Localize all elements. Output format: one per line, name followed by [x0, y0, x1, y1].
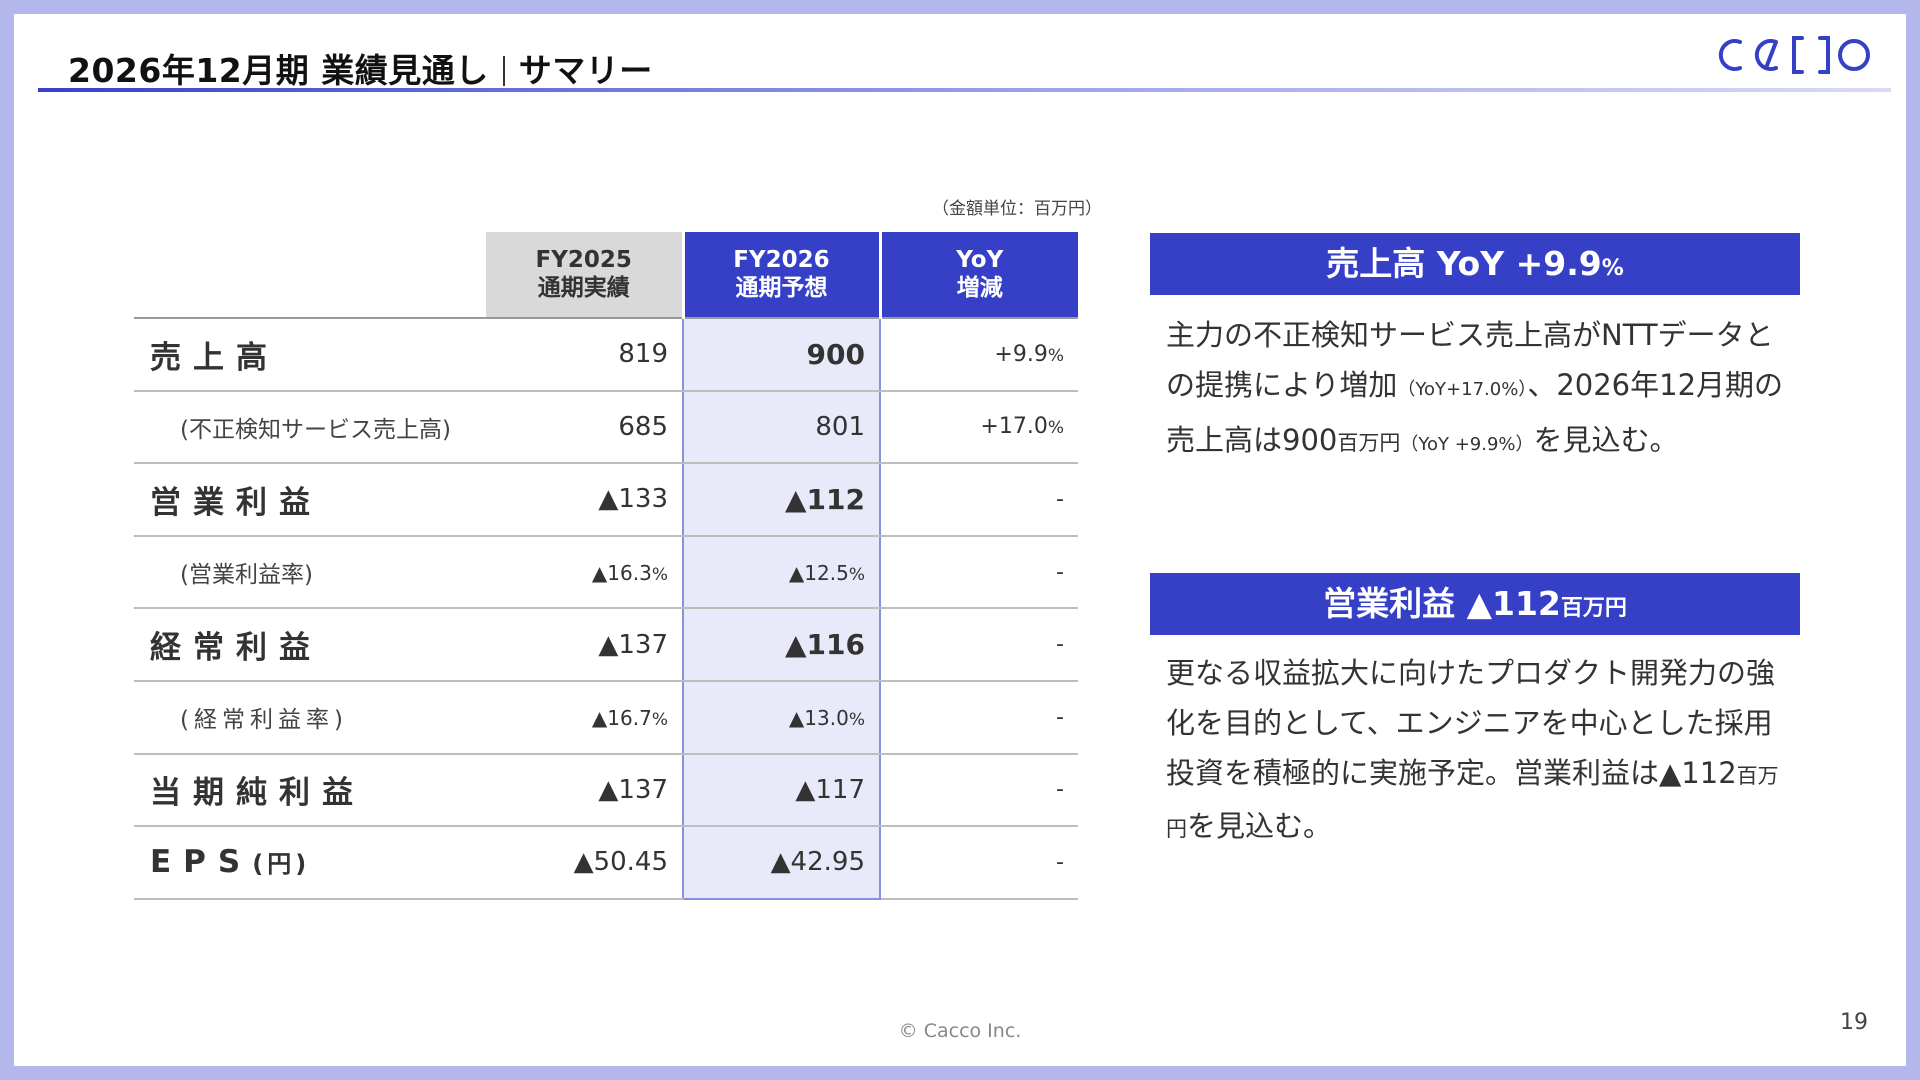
fy2026-value: 801: [682, 390, 881, 465]
fy2026-value: ▲116: [682, 608, 881, 682]
fy2025-value: ▲16.7%: [486, 680, 683, 755]
fy2026-value: ▲12.5%: [682, 535, 881, 610]
table-row: 当期純利益 ▲137 ▲117 -: [134, 753, 1078, 828]
row-label: EPS(円): [134, 826, 486, 900]
page-number: 19: [1840, 1010, 1868, 1035]
operating-profit-card-body: 更なる収益拡大に向けたプロダクト開発力の強化を目的として、エンジニアを中心とした…: [1166, 656, 1779, 843]
fy2025-value: ▲50.45: [486, 826, 683, 900]
fy2025-value: ▲133: [486, 463, 683, 537]
sales-card-body: 主力の不正検知サービス売上高がNTTデータとの提携により増加（YoY+17.0%…: [1166, 318, 1784, 457]
fy2025-value: 685: [486, 390, 683, 465]
table-row: EPS(円) ▲50.45 ▲42.95 -: [134, 826, 1078, 900]
header-fy2026: FY2026 通期予想: [683, 232, 882, 318]
slide: 2026年12月期 業績見通し サマリー （金額単位：百万円） FY2025 通期…: [14, 14, 1906, 1066]
table-row: 経常利益 ▲137 ▲116 -: [134, 608, 1078, 682]
yoy-value: -: [880, 463, 1078, 537]
fy2026-value: ▲13.0%: [682, 680, 881, 755]
row-label: 経常利益: [134, 608, 486, 682]
page-title-main: 2026年12月期 業績見通し: [68, 51, 489, 90]
copyright: © Cacco Inc.: [898, 1020, 1022, 1042]
page-title-sub: サマリー: [518, 51, 653, 90]
yoy-value: -: [880, 753, 1078, 828]
table-header-row: FY2025 通期実績 FY2026 通期予想 YoY 増減: [134, 232, 1078, 318]
sales-card-title: 売上高 YoY +9.9%: [1150, 233, 1800, 295]
table-row: 営業利益 ▲133 ▲112 -: [134, 463, 1078, 537]
cacco-logo: [1718, 36, 1870, 74]
row-label: 営業利益: [134, 463, 486, 537]
row-label: 当期純利益: [134, 753, 486, 828]
page-title: 2026年12月期 業績見通し サマリー: [68, 44, 653, 92]
table-row: (不正検知サービス売上高) 685 801 +17.0%: [134, 390, 1078, 465]
header-blank: [134, 232, 486, 318]
title-underline: [38, 88, 1891, 92]
table-row: (営業利益率) ▲16.3% ▲12.5% -: [134, 535, 1078, 610]
row-label: (不正検知サービス売上高): [134, 390, 486, 465]
fy2025-value: ▲137: [486, 608, 683, 682]
header-fy2025: FY2025 通期実績: [486, 232, 685, 318]
unit-note: （金額単位：百万円）: [932, 199, 1102, 219]
row-label: 売上高: [134, 317, 486, 392]
header-yoy: YoY 増減: [880, 232, 1078, 318]
yoy-value: -: [880, 608, 1078, 682]
fy2026-value: 900: [682, 317, 881, 392]
fy2025-value: ▲16.3%: [486, 535, 683, 610]
fy2026-value: ▲42.95: [682, 826, 881, 900]
row-label: (経常利益率): [134, 680, 486, 755]
yoy-value: -: [880, 680, 1078, 755]
fy2025-value: ▲137: [486, 753, 683, 828]
yoy-value: +17.0%: [880, 390, 1078, 465]
yoy-value: -: [880, 535, 1078, 610]
operating-profit-card-title: 営業利益 ▲112百万円: [1150, 573, 1800, 635]
fy2026-value: ▲117: [682, 753, 881, 828]
title-separator: [502, 56, 505, 86]
yoy-value: -: [880, 826, 1078, 900]
fy2025-value: 819: [486, 317, 683, 392]
yoy-value: +9.9%: [880, 317, 1078, 392]
table-row: (経常利益率) ▲16.7% ▲13.0% -: [134, 680, 1078, 755]
row-label: (営業利益率): [134, 535, 486, 610]
fy2026-value: ▲112: [682, 463, 881, 537]
table-row: 売上高 819 900 +9.9%: [134, 317, 1078, 392]
financial-table: FY2025 通期実績 FY2026 通期予想 YoY 増減 売上高 819 9…: [134, 232, 1078, 900]
